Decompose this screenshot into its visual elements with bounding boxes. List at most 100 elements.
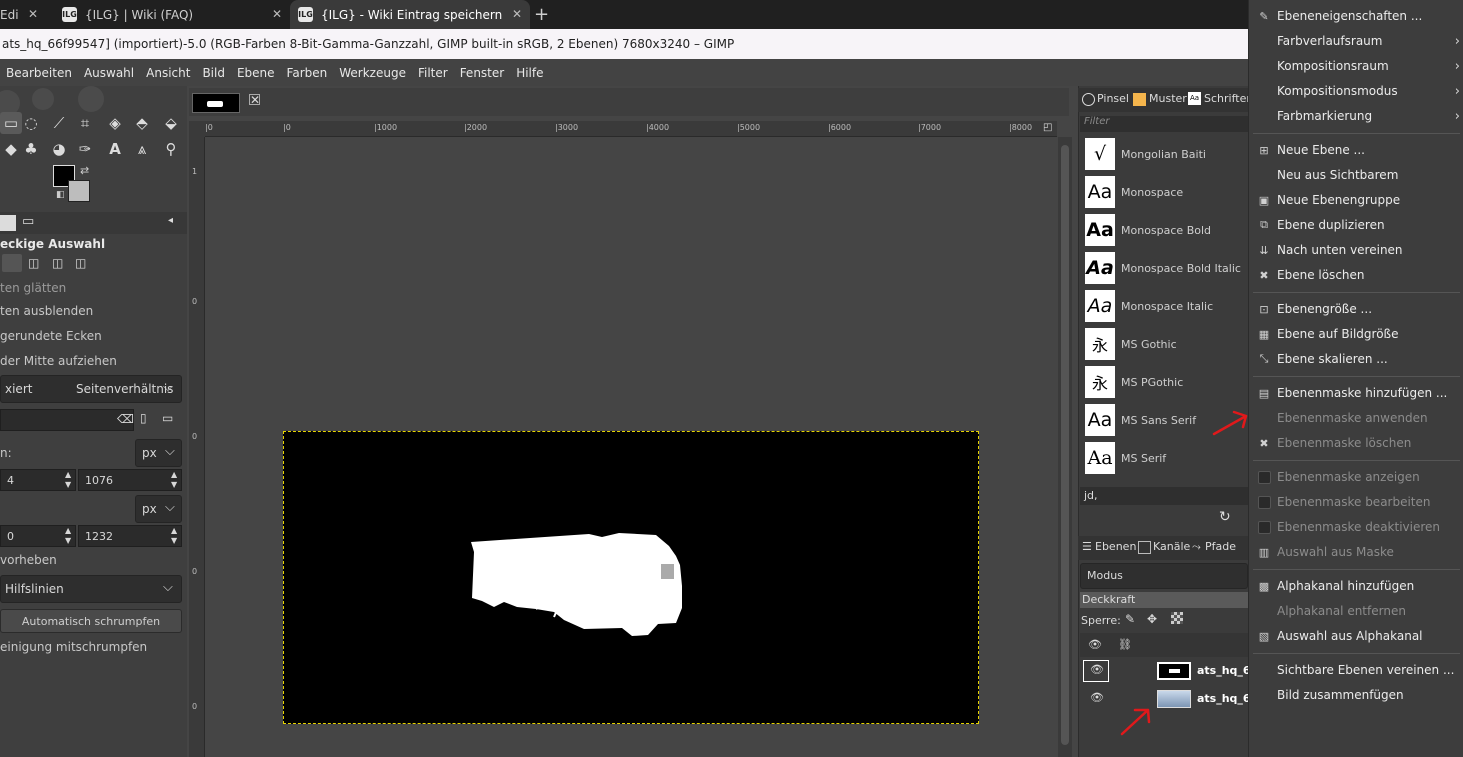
menu-bearbeiten[interactable]: Bearbeiten [6,66,72,80]
crop-tool-icon[interactable]: ⌗ [74,112,96,134]
menu-item[interactable]: Farbverlaufsraum › [1249,29,1463,53]
bucket-fill-tool-icon[interactable]: ⬘ [131,112,153,134]
font-entry[interactable]: jd, [1080,487,1248,505]
menu-item[interactable]: ▦ Ebene auf Bildgröße [1249,322,1463,346]
fuzzy-select-tool-icon[interactable]: ⟋ [48,112,70,134]
menu-item[interactable]: ▥ Auswahl aus Maske [1249,540,1463,564]
smudge-tool-icon[interactable]: ◕ [48,138,70,160]
mode-replace-icon[interactable] [2,254,22,272]
font-list-item[interactable]: Aa Monospace Bold [1085,213,1245,247]
menu-fenster[interactable]: Fenster [460,66,505,80]
menu-werkzeuge[interactable]: Werkzeuge [339,66,406,80]
close-icon[interactable]: ✕ [512,7,522,21]
font-list-item[interactable]: 永 MS Gothic [1085,327,1245,361]
layer-name[interactable]: ats_hq_6 [1197,692,1251,705]
opt-highlight[interactable]: vorheben [0,553,57,567]
fixed-ratio-entry[interactable]: ⌫ [0,409,134,431]
browser-tab[interactable]: Edi ✕ [0,0,46,29]
font-list-item[interactable]: √ Mongolian Baiti [1085,137,1245,171]
font-list-item[interactable]: Aa Monospace Italic [1085,289,1245,323]
menu-item[interactable]: Sichtbare Ebenen vereinen ... [1249,658,1463,682]
eye-icon[interactable]: 👁 [1090,691,1104,704]
menu-item[interactable]: Ebenenmaske bearbeiten [1249,490,1463,514]
new-tab-button[interactable]: + [534,0,554,29]
panel-menu-icon[interactable]: ◂ [168,215,173,226]
size-unit-dropdown[interactable]: px ⌵ [135,495,182,523]
menu-bild[interactable]: Bild [202,66,225,80]
close-icon[interactable]: ✕ [28,7,38,21]
rect-select-tool-icon[interactable]: ▭ [0,112,22,134]
menu-item[interactable]: ⊡ Ebenengröße ... [1249,297,1463,321]
portrait-icon[interactable]: ▭ [162,411,173,425]
menu-item[interactable]: Kompositionsmodus › [1249,79,1463,103]
refresh-icon[interactable]: ↻ [1219,509,1231,525]
menu-auswahl[interactable]: Auswahl [84,66,134,80]
image-canvas[interactable] [283,431,979,724]
guides-dropdown[interactable]: Hilfslinien ⌵ [0,575,182,603]
landscape-icon[interactable]: ▯ [140,411,147,425]
menu-item[interactable]: ▤ Ebenenmaske hinzufügen ... [1249,381,1463,405]
menu-item[interactable]: ✖ Ebene löschen [1249,263,1463,287]
opt-expand-from-center[interactable]: der Mitte aufziehen [0,354,117,368]
layer-row[interactable]: 👁 ats_hq_6 [1080,685,1251,713]
lock-position-icon[interactable]: ✥ [1147,612,1157,626]
menu-item[interactable]: ✎ Ebeneneigenschaften ... [1249,4,1463,28]
opacity-slider[interactable]: Deckkraft [1080,592,1248,608]
eraser-tool-icon[interactable]: ◆ [0,138,22,160]
tool-options-tab-icon[interactable] [0,215,16,231]
tab-pinsel[interactable]: Pinsel [1097,92,1129,105]
font-list-item[interactable]: Aa MS Serif [1085,441,1245,475]
size-height-field[interactable]: 1232 ▲ ▼ [78,525,182,547]
font-list-item[interactable]: Aa Monospace [1085,175,1245,209]
clone-tool-icon[interactable]: ♣ [20,138,42,160]
paint-tool-icon[interactable]: ⬙ [160,112,182,134]
opt-antialias[interactable]: ten glätten [0,281,66,295]
zoom-tool-icon[interactable]: ⚲ [160,138,182,160]
close-icon[interactable]: ✕ [272,7,282,21]
menu-item[interactable]: Alphakanal entfernen [1249,599,1463,623]
spin-arrows-icon[interactable]: ▲ ▼ [171,526,177,546]
default-colors-icon[interactable]: ◧ [56,190,65,200]
menu-item[interactable]: Neu aus Sichtbarem [1249,163,1463,187]
menu-item[interactable]: Farbmarkierung › [1249,104,1463,128]
lock-alpha-icon[interactable] [1171,612,1183,624]
spin-arrows-icon[interactable]: ▲ ▼ [65,470,71,490]
spin-arrows-icon[interactable]: ▲ ▼ [65,526,71,546]
path-tool-icon[interactable]: ✑ [74,138,96,160]
layer-row[interactable]: 👁 ats_hq_6 [1080,657,1251,685]
background-color[interactable] [68,180,90,202]
menu-item[interactable]: ▧ Auswahl aus Alphakanal [1249,624,1463,648]
menu-filter[interactable]: Filter [418,66,448,80]
size-width-field[interactable]: 0 ▲ ▼ [0,525,76,547]
position-y-field[interactable]: 1076 ▲ ▼ [78,469,182,491]
menu-item[interactable]: Ebenenmaske anzeigen [1249,465,1463,489]
swap-colors-icon[interactable]: ⇄ [80,164,89,177]
menu-item[interactable]: Ebenenmaske anwenden [1249,406,1463,430]
browser-tab-active[interactable]: ILG {ILG} - Wiki Eintrag speichern ✕ [290,0,530,29]
menu-item[interactable]: ⤡ Ebene skalieren ... [1249,347,1463,371]
mode-subtract-icon[interactable]: ◫ [52,256,63,270]
menu-item[interactable]: ✖ Ebenenmaske löschen [1249,431,1463,455]
menu-ansicht[interactable]: Ansicht [146,66,190,80]
menu-item[interactable]: ⧉ Ebene duplizieren [1249,213,1463,237]
tab-schriften[interactable]: Schriften [1204,92,1253,105]
vertical-scrollbar[interactable] [1058,137,1072,757]
fixed-ratio-dropdown[interactable]: xiert Seitenverhältnis ⌵ [0,375,182,403]
image-tab-thumbnail[interactable] [192,93,240,113]
tab-pfade[interactable]: Pfade [1205,540,1236,553]
browser-tab[interactable]: ILG {ILG} | Wiki (FAQ) ✕ [54,0,290,29]
menu-item[interactable]: ▩ Alphakanal hinzufügen [1249,574,1463,598]
mode-add-icon[interactable]: ◫ [28,256,39,270]
font-filter-input[interactable]: Filter [1080,116,1248,132]
tab-kanaele[interactable]: Kanäle [1153,540,1190,553]
position-unit-dropdown[interactable]: px ⌵ [135,439,182,467]
tab-ebenen[interactable]: Ebenen [1095,540,1136,553]
scrollbar-thumb[interactable] [1061,145,1069,745]
tab-muster[interactable]: Muster [1149,92,1187,105]
zoom-fit-icon[interactable]: ◰ [1043,122,1052,133]
menu-farben[interactable]: Farben [287,66,328,80]
measure-tool-icon[interactable]: ⩓ [131,138,153,160]
position-x-field[interactable]: 4 ▲ ▼ [0,469,76,491]
lock-pixels-icon[interactable]: ✎ [1125,612,1135,626]
mode-intersect-icon[interactable]: ◫ [75,256,86,270]
